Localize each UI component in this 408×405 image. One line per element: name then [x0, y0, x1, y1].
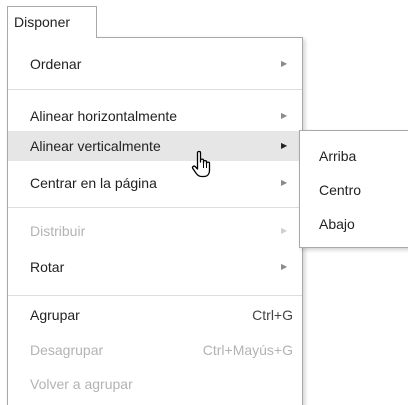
- submenu-arrow-icon: ▶: [281, 141, 288, 150]
- menu-item-alinear-verticalmente[interactable]: Alinear verticalmente ▶: [8, 131, 302, 161]
- alinear-verticalmente-submenu: Arriba Centro Abajo: [299, 130, 408, 248]
- menu-item-rotar[interactable]: Rotar ▶: [8, 252, 302, 282]
- submenu-item-label: Abajo: [319, 216, 355, 232]
- menu-item-label: Volver a agrupar: [30, 376, 133, 392]
- submenu-arrow-icon: ▶: [281, 226, 288, 235]
- submenu-item-abajo[interactable]: Abajo: [300, 209, 408, 239]
- submenu-item-arriba[interactable]: Arriba: [300, 141, 408, 171]
- submenu-arrow-icon: ▶: [281, 178, 288, 187]
- menu-item-distribuir: Distribuir ▶: [8, 216, 302, 246]
- menu-item-alinear-horizontalmente[interactable]: Alinear horizontalmente ▶: [8, 101, 302, 131]
- menu-item-label: Agrupar: [30, 307, 80, 323]
- submenu-arrow-icon: ▶: [281, 262, 288, 271]
- screen: Disponer Ordenar ▶ Alinear horizontalmen…: [0, 0, 408, 405]
- menu-item-label: Distribuir: [30, 223, 86, 239]
- menu-item-agrupar[interactable]: Agrupar Ctrl+G: [8, 300, 302, 330]
- menu-separator: [8, 207, 302, 208]
- menu-item-label: Alinear verticalmente: [30, 138, 161, 154]
- menu-separator: [8, 89, 302, 90]
- menu-item-label: Desagrupar: [30, 342, 104, 358]
- submenu-item-centro[interactable]: Centro: [300, 175, 408, 205]
- menu-separator: [8, 295, 302, 296]
- submenu-arrow-icon: ▶: [281, 111, 288, 120]
- menu-disponer-button[interactable]: Disponer: [7, 6, 97, 38]
- menu-item-centrar-en-la-pagina[interactable]: Centrar en la página ▶: [8, 168, 302, 198]
- hand-pointer-icon: [191, 150, 217, 180]
- menu-disponer-label: Disponer: [14, 14, 71, 30]
- menu-item-label: Centrar en la página: [30, 175, 157, 191]
- submenu-arrow-icon: ▶: [281, 59, 288, 68]
- submenu-item-label: Centro: [319, 182, 362, 198]
- menu-item-label: Ordenar: [30, 56, 82, 72]
- menu-item-volver-a-agrupar: Volver a agrupar: [8, 369, 302, 399]
- menu-item-desagrupar: Desagrupar Ctrl+Mayús+G: [8, 335, 302, 365]
- shortcut-label: Ctrl+Mayús+G: [202, 342, 293, 358]
- disponer-dropdown-menu: Ordenar ▶ Alinear horizontalmente ▶ Alin…: [7, 37, 303, 405]
- menu-item-label: Rotar: [30, 259, 65, 275]
- submenu-item-label: Arriba: [319, 148, 357, 164]
- menu-item-label: Alinear horizontalmente: [30, 108, 178, 124]
- menu-item-ordenar[interactable]: Ordenar ▶: [8, 49, 302, 79]
- shortcut-label: Ctrl+G: [252, 307, 293, 323]
